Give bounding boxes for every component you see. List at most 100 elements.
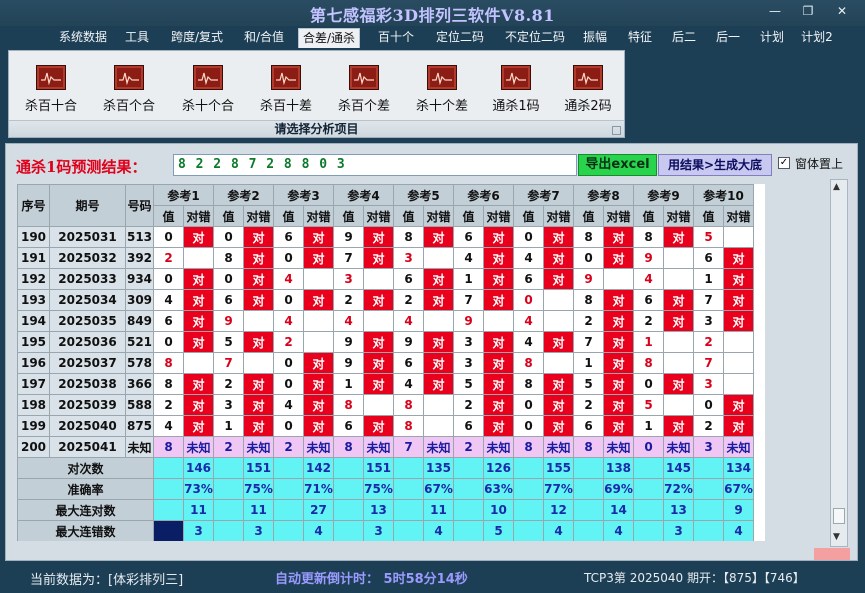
ribbon-button[interactable]: 杀百十合 <box>12 65 90 115</box>
restore-icon[interactable]: ❐ <box>797 4 819 18</box>
export-excel-button[interactable]: 导出excel <box>578 154 657 176</box>
vertical-scrollbar[interactable]: ▲ ▼ <box>830 179 848 547</box>
summary-spacer <box>513 457 544 479</box>
summary-spacer <box>693 499 724 521</box>
ribbon-button-label: 杀百个合 <box>102 99 155 114</box>
ribbon-button[interactable]: 通杀2码 <box>549 65 627 115</box>
table-row-next-issue[interactable]: 200 2025041 未知 8 未知 2 未知 2 未知 8 未知 7 未知 2 未知 8 未知 8 未知 0 未知 3… <box>17 436 754 458</box>
prediction-label: 通杀1码预测结果： <box>16 158 147 176</box>
hit-marker: 对 <box>483 394 514 416</box>
miss-marker <box>243 352 274 374</box>
resize-grip[interactable] <box>814 548 850 560</box>
col-subheader-value: 值 <box>333 205 364 227</box>
menu-item[interactable]: 计划2 <box>800 28 834 48</box>
ref-value: 0 <box>513 415 544 437</box>
minimize-icon[interactable]: — <box>764 4 786 18</box>
table-row[interactable]: 193 2025034 309 4 对 6 对 0 对 2 对 2 对 7 对 0 8 对 6 对 7 对 <box>17 289 754 311</box>
col-subheader-value: 值 <box>273 205 304 227</box>
table-row[interactable]: 195 2025036 521 0 对 5 对 2 9 对 9 对 3 对 4 对 7 对 1 2 <box>17 331 754 353</box>
generate-bigbase-button[interactable]: 用结果>生成大底 <box>658 154 772 176</box>
menu-item[interactable]: 后二 <box>668 28 700 48</box>
summary-value: 9 <box>723 499 754 521</box>
row-seq: 198 <box>17 394 50 416</box>
menu-item[interactable]: 计划 <box>756 28 788 48</box>
title-bar: 第七感福彩3D排列三软件V8.81 — ❐ ✕ <box>0 0 865 26</box>
col-subheader-result: 对错 <box>483 205 514 227</box>
summary-spacer <box>393 457 424 479</box>
menu-item[interactable]: 特征 <box>624 28 656 48</box>
summary-value: 151 <box>363 457 394 479</box>
close-icon[interactable]: ✕ <box>831 4 853 18</box>
ref-value: 8 <box>513 373 544 395</box>
col-subheader-value: 值 <box>513 205 544 227</box>
menu-item[interactable]: 后一 <box>712 28 744 48</box>
ribbon-launcher-icon[interactable] <box>612 126 621 135</box>
ribbon-button[interactable]: 杀十个差 <box>403 65 481 115</box>
prediction-result-field[interactable]: 8 2 2 8 7 2 8 8 0 3 <box>173 154 577 176</box>
ref-value: 0 <box>573 247 604 269</box>
scroll-down-icon[interactable]: ▼ <box>833 532 840 542</box>
ref-prediction-value: 8 <box>513 436 544 458</box>
table-row[interactable]: 196 2025037 578 8 7 0 对 9 对 6 对 3 对 8 1 对 8 7 <box>17 352 754 374</box>
ref-value: 6 <box>273 226 304 248</box>
hit-marker: 对 <box>483 331 514 353</box>
ref-prediction-value: 2 <box>273 436 304 458</box>
hit-marker: 对 <box>483 268 514 290</box>
table-row[interactable]: 192 2025033 934 0 对 0 对 4 3 6 对 1 对 6 对 9 4 1 对 <box>17 268 754 290</box>
ref-value: 5 <box>693 226 724 248</box>
table-row[interactable]: 198 2025039 588 2 对 3 对 4 对 8 8 2 对 0 对 2 对 5 0 对 <box>17 394 754 416</box>
ref-value: 7 <box>693 352 724 374</box>
table-row[interactable]: 197 2025038 366 8 对 2 对 0 对 1 对 4 对 5 对 8 对 5 对 0 对 3 <box>17 373 754 395</box>
status-bar: 当前数据为：[体彩排列三] 自动更新倒计时： 5时58分14秒 TCP3第 20… <box>0 563 865 593</box>
summary-value: 73% <box>183 478 214 500</box>
menu-item[interactable]: 百十个 <box>375 28 417 48</box>
ref-prediction-value: 2 <box>213 436 244 458</box>
ref-value: 8 <box>513 352 544 374</box>
table-row[interactable]: 191 2025032 392 2 8 对 0 对 7 对 3 4 对 4 对 0 对 9 6 对 <box>17 247 754 269</box>
menu-item[interactable]: 不定位二码 <box>500 28 570 48</box>
hit-marker: 对 <box>543 415 574 437</box>
summary-value: 11 <box>243 499 274 521</box>
ribbon-button[interactable]: 杀百个差 <box>325 65 403 115</box>
summary-value: 145 <box>663 457 694 479</box>
summary-spacer <box>453 478 484 500</box>
ribbon-button[interactable]: 通杀1码 <box>477 65 555 115</box>
row-issue: 2025031 <box>49 226 126 248</box>
hit-marker: 对 <box>303 247 334 269</box>
menu-item[interactable]: 跨度/复式 <box>166 28 228 48</box>
ribbon-button[interactable]: 杀百个合 <box>90 65 168 115</box>
scroll-up-icon[interactable]: ▲ <box>833 182 840 192</box>
row-code: 578 <box>125 352 154 374</box>
menu-item[interactable]: 和/合值 <box>240 28 288 48</box>
chart-line-icon <box>36 65 66 90</box>
menu-item[interactable]: 合差/通杀 <box>298 28 360 48</box>
miss-marker <box>663 247 694 269</box>
summary-value: 134 <box>723 457 754 479</box>
unknown-marker: 未知 <box>483 436 514 458</box>
col-subheader-value: 值 <box>693 205 724 227</box>
hit-marker: 对 <box>723 415 754 437</box>
menu-item[interactable]: 工具 <box>121 28 153 48</box>
topmost-checkbox[interactable]: ✓ <box>778 157 790 169</box>
hit-marker: 对 <box>243 226 274 248</box>
menu-item[interactable]: 系统数据 <box>55 28 111 48</box>
topmost-label: 窗体置上 <box>795 157 844 171</box>
ref-value: 0 <box>213 268 244 290</box>
miss-marker <box>543 310 574 332</box>
menu-item[interactable]: 定位二码 <box>432 28 488 48</box>
hit-marker: 对 <box>723 268 754 290</box>
miss-marker <box>303 310 334 332</box>
summary-spacer <box>333 457 364 479</box>
ribbon-button[interactable]: 杀十个合 <box>169 65 247 115</box>
hit-marker: 对 <box>723 310 754 332</box>
table-row[interactable]: 190 2025031 513 0 对 0 对 6 对 9 对 8 对 6 对 0 对 8 对 8 对 5 <box>17 226 754 248</box>
menu-item[interactable]: 振幅 <box>579 28 611 48</box>
ref-value: 0 <box>273 247 304 269</box>
ribbon-button[interactable]: 杀百十差 <box>247 65 325 115</box>
table-row[interactable]: 194 2025035 849 6 对 9 4 4 4 9 4 2 对 2 对 3 对 <box>17 310 754 332</box>
ref-value: 0 <box>513 394 544 416</box>
chart-line-icon <box>427 65 457 90</box>
scroll-thumb[interactable] <box>833 508 845 524</box>
ref-value: 8 <box>573 226 604 248</box>
table-row[interactable]: 199 2025040 875 4 对 1 对 0 对 6 对 8 6 对 0 对 6 对 1 对 2 对 <box>17 415 754 437</box>
